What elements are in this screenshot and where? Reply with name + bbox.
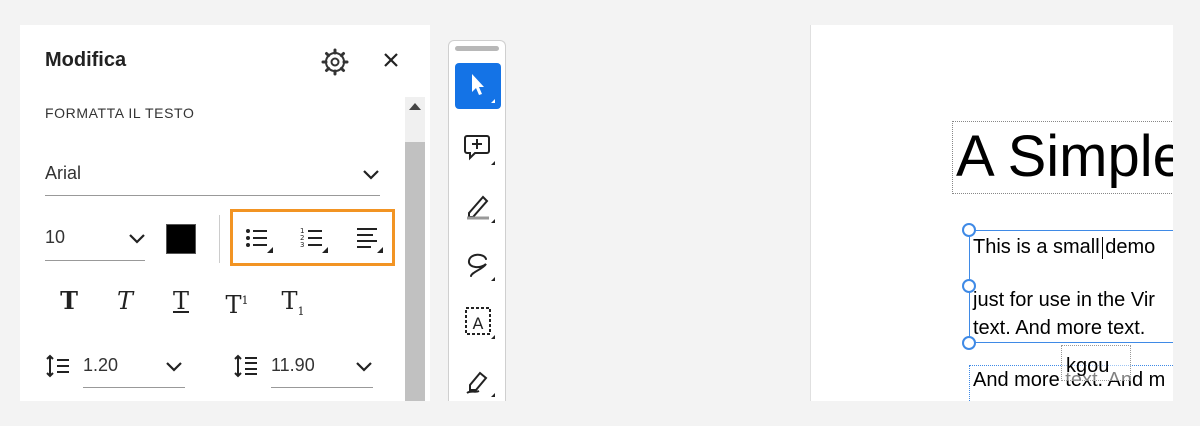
document-text-line: just for use in the Vir bbox=[973, 289, 1155, 311]
resize-handle-top-left[interactable] bbox=[962, 223, 976, 237]
tools-toolbar: A bbox=[448, 40, 506, 401]
text-recognition-tool[interactable]: A bbox=[455, 299, 501, 345]
subscript-letter: T bbox=[281, 287, 298, 315]
svg-text:A: A bbox=[473, 314, 484, 333]
align-left-icon[interactable] bbox=[353, 223, 385, 255]
text-color-swatch[interactable] bbox=[166, 224, 196, 254]
document-page: A Simple This is a small demo just for u… bbox=[810, 25, 1173, 401]
document-canvas-background bbox=[521, 25, 810, 401]
scroll-up-arrow-icon[interactable] bbox=[409, 103, 421, 110]
subscript-mark: 1 bbox=[297, 304, 305, 318]
chevron-down-icon bbox=[363, 170, 379, 180]
bulleted-list-icon[interactable] bbox=[243, 223, 275, 255]
text-recognition-icon: A bbox=[465, 307, 495, 339]
font-preview-text: kgou bbox=[1066, 355, 1110, 377]
gear-icon[interactable] bbox=[321, 48, 349, 76]
document-text-line: text. And more text. bbox=[973, 317, 1146, 339]
chevron-down-icon bbox=[129, 234, 145, 244]
add-comment-icon bbox=[464, 135, 495, 165]
line-spacing-icon bbox=[45, 353, 71, 379]
signature-tool[interactable] bbox=[455, 357, 501, 403]
superscript-letter: T bbox=[225, 291, 242, 319]
select-icon bbox=[472, 74, 495, 103]
select-tool-button[interactable] bbox=[455, 63, 501, 109]
highlight-tool[interactable] bbox=[455, 183, 501, 229]
list-format-group: 123 bbox=[230, 209, 395, 266]
numbered-list-icon[interactable]: 123 bbox=[298, 223, 330, 255]
line-spacing-value: 1.20 bbox=[83, 355, 119, 375]
draw-icon bbox=[468, 253, 495, 281]
font-family-value: Arial bbox=[45, 163, 82, 183]
edit-panel: Modifica FORMATTA IL TESTO Arial 10 1 2 … bbox=[20, 25, 430, 401]
section-label: FORMATTA IL TESTO bbox=[45, 105, 195, 121]
add-comment-tool[interactable] bbox=[455, 125, 501, 171]
line-spacing-dropdown[interactable]: 1.20 bbox=[83, 347, 185, 388]
highlight-icon bbox=[467, 195, 495, 223]
draw-tool[interactable] bbox=[455, 241, 501, 287]
scroll-thumb[interactable] bbox=[405, 142, 425, 401]
toolbar-drag-handle[interactable] bbox=[455, 46, 499, 51]
italic-button[interactable]: T bbox=[107, 283, 143, 319]
bold-button[interactable]: T bbox=[51, 283, 87, 319]
superscript-button[interactable]: T1 bbox=[219, 283, 255, 319]
superscript-mark: 1 bbox=[241, 294, 249, 307]
document-text-line: This is a small demo bbox=[973, 236, 1156, 258]
divider bbox=[219, 215, 220, 263]
underline-button[interactable]: T bbox=[163, 283, 199, 319]
paragraph-spacing-value: 11.90 bbox=[271, 355, 315, 375]
close-icon[interactable] bbox=[378, 47, 404, 73]
signature-icon bbox=[466, 371, 495, 397]
subscript-button[interactable]: T1 bbox=[275, 283, 311, 319]
paragraph-spacing-dropdown[interactable]: 11.90 bbox=[271, 347, 373, 388]
chevron-down-icon bbox=[166, 362, 182, 372]
font-size-value: 10 bbox=[45, 227, 66, 247]
font-family-dropdown[interactable]: Arial bbox=[45, 155, 380, 196]
text-cursor bbox=[1102, 237, 1103, 259]
chevron-down-icon bbox=[356, 362, 372, 372]
font-size-dropdown[interactable]: 10 bbox=[45, 220, 145, 261]
panel-title: Modifica bbox=[45, 49, 127, 71]
document-heading: A Simple bbox=[956, 124, 1173, 189]
svg-text:3: 3 bbox=[300, 241, 304, 249]
panel-scrollbar[interactable] bbox=[405, 97, 425, 401]
paragraph-spacing-icon bbox=[233, 353, 259, 379]
